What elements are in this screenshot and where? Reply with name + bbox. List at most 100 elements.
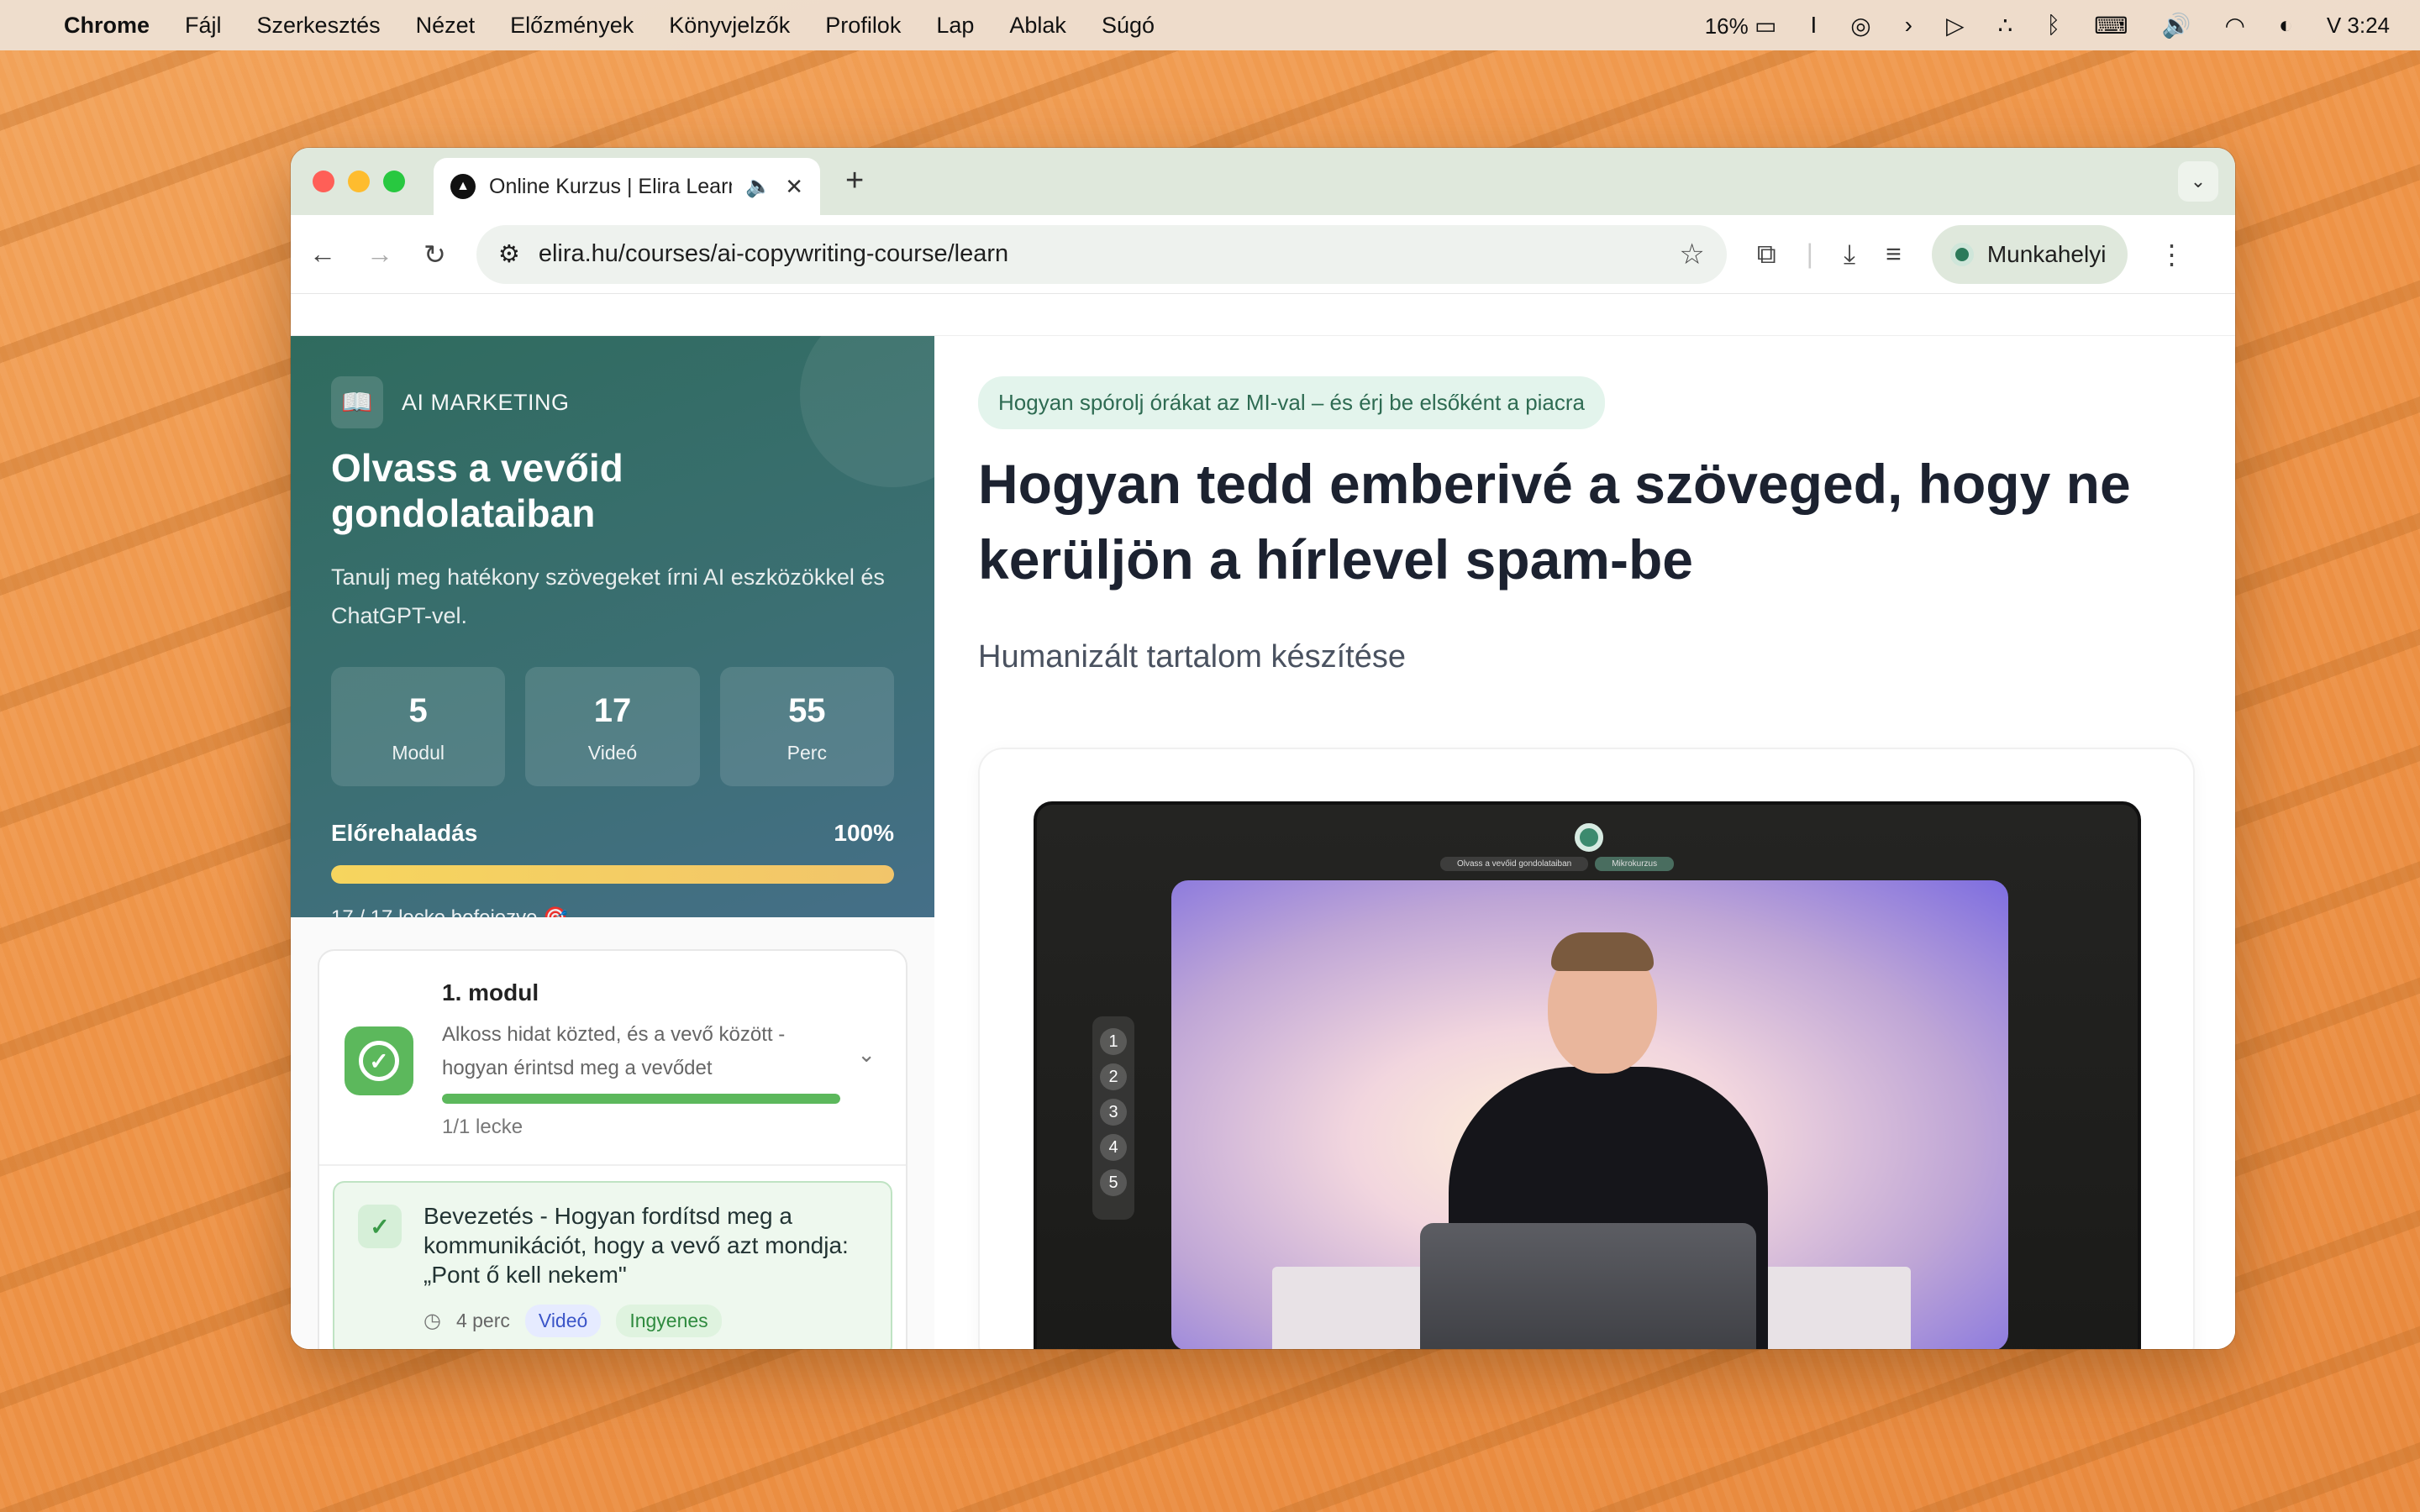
zoom-window-button[interactable] [383,171,405,192]
tab-audio-icon[interactable]: 🔈 [745,175,771,199]
tab-bar: ▲ Online Kurzus | Elira Learn 🔈 ✕ + ⌄ [291,148,2235,215]
video-badge: Videó [524,1305,602,1337]
lesson-duration: 4 perc [455,1310,510,1331]
profile-name: Munkahelyi [1986,240,2107,267]
status-area: 16% ▭ I ◎ › ▷ ∴ ᛒ ⌨ 🔊 ◠ ◐ V 3:24 [1705,12,2390,39]
browser-toolbar: ← → ↻ ⚙ elira.hu/courses/ai-copywriting-… [291,215,2235,294]
stat-label: Modul [392,742,445,764]
menu-bookmarks[interactable]: Könyvjelzők [669,13,790,39]
more-menu-icon[interactable]: ⋮ [2158,239,2185,270]
player-tab: Olvass a vevőid gondolataiban [1440,857,1589,871]
category-label: AI MARKETING [402,389,570,415]
close-window-button[interactable] [313,171,334,192]
video-frame [1171,880,2008,1349]
url-text[interactable]: elira.hu/courses/ai-copywriting-course/l… [539,240,1661,268]
menu-help[interactable]: Súgó [1102,13,1155,39]
module-header[interactable]: ✓ 1. modul Alkoss hidat közted, és a vev… [319,951,906,1166]
module-lesson-count: 1/1 lecke [442,1116,523,1138]
menu-edit[interactable]: Szerkesztés [257,13,381,39]
chevron-right-icon[interactable]: › [1905,12,1912,39]
menu-profiles[interactable]: Profilok [825,13,901,39]
lesson-item[interactable]: ✓ Bevezetés - Hogyan fordítsd meg a komm… [333,1181,892,1349]
chapter-button[interactable]: 3 [1100,1099,1127,1126]
stat-minutes: 55 Perc [719,667,894,786]
chapter-button[interactable]: 5 [1100,1169,1127,1196]
keyboard-icon[interactable]: ⌨ [2094,12,2128,39]
chapter-button[interactable]: 2 [1100,1063,1127,1090]
tab-search-button[interactable]: ⌄ [2178,161,2218,202]
presenter-hair [1551,932,1654,971]
profile-avatar [1949,242,1974,266]
lesson-title: Bevezetés - Hogyan fordítsd meg a kommun… [424,1203,849,1288]
new-tab-button[interactable]: + [845,163,864,199]
profile-button[interactable]: Munkahelyi [1931,224,2128,284]
bluetooth-icon[interactable]: ᛒ [2046,12,2060,39]
stat-label: Videó [587,742,638,764]
book-icon: 📖 [331,376,383,428]
tab-title: Online Kurzus | Elira Learn [489,174,733,198]
page-content: 📖 AI MARKETING Olvass a vevőid gondolata… [291,294,2235,1349]
menu-history[interactable]: Előzmények [510,13,634,39]
download-icon[interactable]: ⤓ [1844,239,1855,270]
forward-icon[interactable]: → [366,239,393,270]
play-icon[interactable]: ▷ [1946,12,1965,39]
menu-window[interactable]: Ablak [1009,13,1066,39]
player-logo-icon [1575,823,1603,852]
site-header-strip [291,294,2235,336]
menu-file[interactable]: Fájl [185,13,222,39]
section-pill: Hogyan spórolj órákat az MI-val – és érj… [978,376,1606,429]
address-bar[interactable]: ⚙ elira.hu/courses/ai-copywriting-course… [476,224,1727,284]
cursor-icon: I [1810,12,1818,38]
lesson-main: Hogyan spórolj órákat az MI-val – és érj… [934,336,2235,1349]
back-icon[interactable]: ← [309,239,336,270]
video-player[interactable]: Olvass a vevőid gondolataiban Mikrokurzu… [1034,801,2141,1349]
module-card: ✓ 1. modul Alkoss hidat közted, és a vev… [318,949,908,1349]
volume-icon[interactable]: 🔊 [2162,12,2191,39]
chevron-down-icon[interactable]: ⌄ [857,1042,876,1068]
window-controls [313,171,405,192]
course-sidebar: 📖 AI MARKETING Olvass a vevőid gondolata… [291,336,934,1349]
course-title: Olvass a vevőid gondolataiban [331,446,623,535]
site-info-icon[interactable]: ⚙ [498,239,520,269]
toolbar-divider: | [1806,239,1813,269]
chapter-button[interactable]: 4 [1100,1134,1127,1161]
site-favicon-icon: ▲ [450,174,476,199]
clock-icon: ◷ [424,1310,441,1332]
course-hero: 📖 AI MARKETING Olvass a vevőid gondolata… [291,336,934,917]
progress-label: Előrehaladás [331,820,478,846]
battery-percent: 16% [1704,13,1749,39]
extensions-icon[interactable]: ⧉ [1757,239,1776,270]
stat-value: 5 [408,692,428,729]
menu-app-name[interactable]: Chrome [64,13,150,39]
minimize-window-button[interactable] [348,171,370,192]
course-progress-fill [331,865,894,884]
wifi-icon[interactable]: ◠ [2224,12,2244,39]
free-badge: Ingyenes [616,1305,722,1337]
player-tabs: Olvass a vevőid gondolataiban Mikrokurzu… [1440,857,1675,871]
lesson-subheading: Humanizált tartalom készítése [978,639,1406,675]
course-category: 📖 AI MARKETING [331,376,894,428]
menu-tab[interactable]: Lap [936,13,974,39]
menubar-clock[interactable]: V 3:24 [2327,13,2390,39]
browser-tab[interactable]: ▲ Online Kurzus | Elira Learn 🔈 ✕ [434,158,820,215]
stat-label: Perc [786,742,827,764]
chapter-button[interactable]: 1 [1100,1028,1127,1055]
stat-value: 55 [788,692,826,729]
chapter-list: 1 2 3 4 5 [1092,1016,1134,1220]
battery-status[interactable]: 16% ▭ [1705,12,1777,39]
module-progress-fill [442,1094,840,1104]
player-tab-active: Mikrokurzus [1595,857,1675,871]
reload-icon[interactable]: ↻ [424,239,446,270]
dots-icon[interactable]: ∴ [1998,12,2013,39]
lesson-complete-icon: ✓ [358,1205,402,1248]
menu-bar: Chrome Fájl Szerkesztés Nézet Előzmények… [0,0,2420,50]
airdrop-icon[interactable]: ◎ [1850,12,1870,39]
tab-close-icon[interactable]: ✕ [785,174,803,200]
control-center-icon[interactable]: ◐ [2279,12,2293,39]
module-title: 1. modul [442,979,539,1005]
menu-view[interactable]: Nézet [416,13,476,39]
media-queue-icon[interactable]: ≡ [1886,239,1902,270]
bookmark-star-icon[interactable]: ☆ [1679,238,1704,271]
course-stats: 5 Modul 17 Videó 55 Perc [331,667,894,786]
video-card: Olvass a vevőid gondolataiban Mikrokurzu… [978,748,2195,1349]
